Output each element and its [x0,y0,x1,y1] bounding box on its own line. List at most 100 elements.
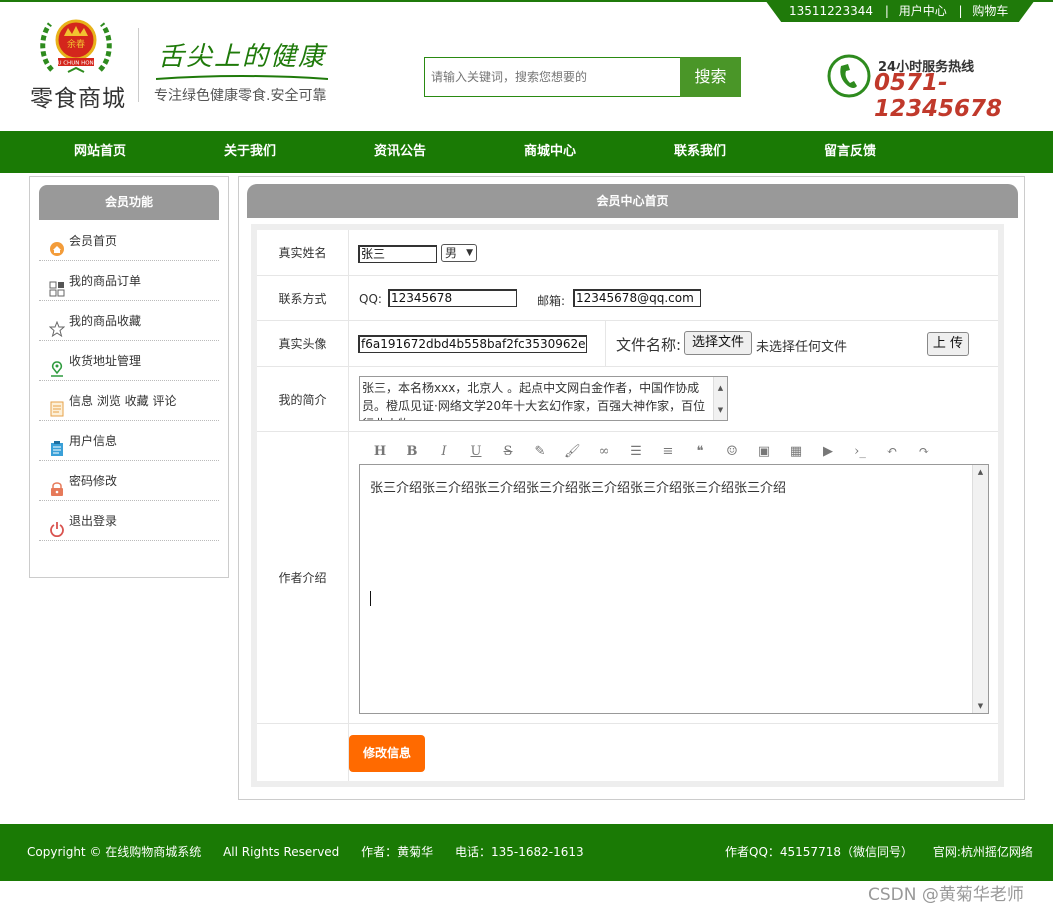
upload-button[interactable]: 上 传 [927,332,969,356]
editor-content: 张三介绍张三介绍张三介绍张三介绍张三介绍张三介绍张三介绍张三介绍 [370,481,787,496]
csdn-watermark: CSDN @黄菊华老师 [868,885,1024,905]
sidebar-item-logout[interactable]: 退出登录 [39,501,219,541]
search-button[interactable]: 搜索 [680,57,741,97]
top-phone: 13511223344 [789,4,873,18]
sidebar-item-address[interactable]: 收货地址管理 [39,341,219,381]
label-real-name: 真实姓名 [257,230,349,275]
link-icon[interactable]: ∞ [596,444,612,460]
sidebar-item-orders[interactable]: 我的商品订单 [39,261,219,301]
lock-icon [49,473,65,496]
avatar-path-input[interactable]: f6a191672dbd4b558baf2fc3530962e1.jp [358,335,587,353]
strikethrough-icon[interactable]: S [500,444,516,460]
cart-link[interactable]: 购物车 [972,4,1008,18]
document-icon [49,393,65,417]
avatar-divider [605,321,606,366]
sidebar-item-browse-history[interactable]: 信息 浏览 收藏 评论 [39,381,219,421]
author-intro-editor[interactable]: 张三介绍张三介绍张三介绍张三介绍张三介绍张三介绍张三介绍张三介绍 ▲ ▼ [359,464,989,714]
label-empty [257,724,349,781]
quote-icon[interactable]: ❝ [692,444,708,460]
member-sidebar: 会员功能 会员首页 我的商品订单 我的商品收藏 收货地址管理 信息 浏览 收藏 … [29,176,229,578]
sidebar-item-label: 信息 浏览 收藏 评论 [69,394,177,408]
video-icon[interactable]: ▶ [820,444,836,460]
choose-file-button[interactable]: 选择文件 [684,331,752,355]
svg-text:余春: 余春 [67,38,85,50]
footer-right: 作者QQ：45157718（微信同号） 官网:杭州摇亿网络 [725,843,1049,860]
italic-icon[interactable]: I [436,444,452,460]
bold-icon[interactable]: B [404,444,420,460]
footer-author: 作者：黄菊华 [361,845,434,859]
search-input[interactable] [425,58,680,96]
slogan-underline [155,70,329,80]
code-icon[interactable]: ›_ [852,444,868,460]
footer-qq: 作者QQ：45157718（微信同号） [725,845,913,859]
list-icon[interactable]: ☰ [628,444,644,460]
sidebar-item-label: 退出登录 [69,514,118,528]
search-box [424,57,681,97]
gender-select[interactable]: 男 ▼ [441,244,477,262]
image-icon[interactable]: ▣ [756,444,772,460]
intro-textarea[interactable]: 张三，本名杨xxx，北京人 。起点中文网白金作者，中国作协成员。橙瓜见证·网络文… [359,376,728,421]
main-nav: 网站首页 关于我们 资讯公告 商城中心 联系我们 留言反馈 [0,131,1053,173]
sidebar-item-label: 密码修改 [69,474,118,488]
highlight-pen-icon[interactable]: ✎ [532,444,548,460]
align-icon[interactable]: ≡ [660,444,676,460]
nav-item-home[interactable]: 网站首页 [74,131,126,173]
footer: Copyright © 在线购物商城系统 All Rights Reserved… [0,824,1053,881]
heading-icon[interactable]: H [372,444,388,460]
no-file-text: 未选择任何文件 [756,340,848,355]
scroll-up-icon: ▲ [717,384,724,392]
sidebar-item-member-home[interactable]: 会员首页 [39,221,219,261]
chevron-down-icon: ▼ [466,248,473,258]
undo-icon[interactable]: ↶ [884,444,900,460]
nav-item-feedback[interactable]: 留言反馈 [824,131,876,173]
star-icon [48,313,66,338]
gender-value: 男 [445,246,458,260]
sidebar-item-label: 用户信息 [69,434,118,448]
scroll-down-icon: ▼ [977,702,984,710]
redo-icon[interactable]: ↷ [916,444,932,460]
slogan-title: 舌尖上的健康 [158,42,327,72]
footer-phone: 电话：135-1682-1613 [454,845,584,859]
qq-input[interactable]: 12345678 [388,289,517,307]
table-icon[interactable]: ▦ [788,444,804,460]
footer-copyright: Copyright © 在线购物商城系统 [27,845,202,859]
underline-icon[interactable]: U [468,444,484,460]
top-separator: | [884,4,889,18]
intro-scrollbar[interactable]: ▲ ▼ [713,377,727,420]
email-input[interactable]: 12345678@qq.com [573,289,701,307]
power-icon [49,513,65,538]
nav-item-about[interactable]: 关于我们 [224,131,276,173]
logo-text[interactable]: 零食商城 [30,79,126,113]
footer-website[interactable]: 官网:杭州摇亿网络 [933,845,1033,859]
intro-text: 张三，本名杨xxx，北京人 。起点中文网白金作者，中国作协成员。橙瓜见证·网络文… [362,381,706,420]
top-links-bar: 13511223344 | 用户中心 | 购物车 [765,0,1035,22]
label-author-intro: 作者介绍 [257,432,349,723]
label-contact: 联系方式 [257,276,349,320]
sidebar-item-password[interactable]: 密码修改 [39,461,219,501]
page-title: 会员中心首页 [247,184,1018,218]
qq-label: QQ: [359,292,382,306]
clipboard-icon [49,433,65,456]
update-info-button[interactable]: 修改信息 [349,735,425,772]
logo-emblem-text: YU CHUN HONG [53,61,98,67]
emoji-icon[interactable]: ☺ [724,444,740,460]
text-caret [370,591,371,606]
nav-item-news[interactable]: 资讯公告 [374,131,426,173]
home-orange-icon [49,233,65,256]
top-separator: | [958,4,963,18]
user-center-link[interactable]: 用户中心 [899,4,947,18]
sidebar-item-favorites[interactable]: 我的商品收藏 [39,301,219,341]
location-pin-icon [49,353,65,377]
logo-emblem-icon[interactable]: 余春 YU CHUN HONG [38,14,114,76]
grid-icon [49,273,65,297]
nav-item-contact[interactable]: 联系我们 [674,131,726,173]
brush-icon[interactable]: 🖌 [564,444,581,460]
editor-scrollbar[interactable]: ▲ ▼ [972,465,988,713]
scroll-up-icon: ▲ [977,468,984,476]
file-name-label: 文件名称: [616,336,682,354]
label-intro: 我的简介 [257,367,349,431]
nav-item-mall[interactable]: 商城中心 [524,131,576,173]
sidebar-item-user-info[interactable]: 用户信息 [39,421,219,461]
logo-divider [138,28,139,102]
real-name-input[interactable]: 张三 [358,245,437,263]
